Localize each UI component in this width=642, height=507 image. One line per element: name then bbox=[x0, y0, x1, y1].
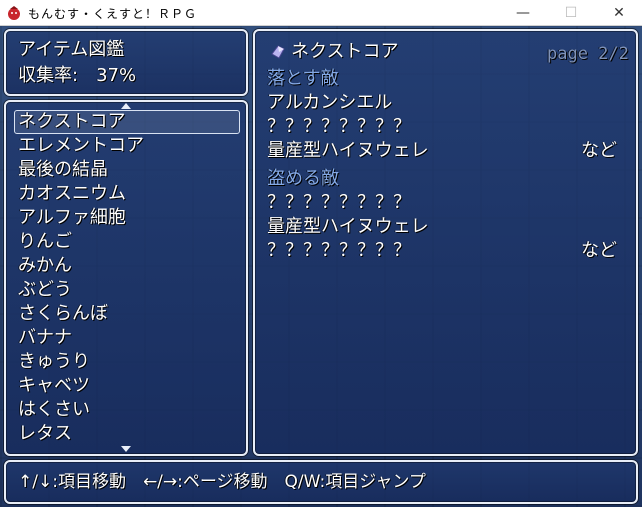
steal-header: 盗める敵 bbox=[267, 168, 339, 189]
close-button[interactable]: ✕ bbox=[596, 0, 642, 26]
item-name: ネクストコア bbox=[291, 41, 399, 62]
list-item[interactable]: みかん bbox=[18, 255, 72, 277]
page-indicator: page 2/2 bbox=[547, 44, 629, 64]
drop-enemy: ？？？？？？？？ bbox=[267, 116, 411, 137]
drop-header: 落とす敵 bbox=[267, 68, 339, 89]
list-item[interactable]: エレメントコア bbox=[18, 135, 144, 157]
steal-enemy: ？？？？？？？？ bbox=[267, 240, 411, 261]
minimize-button[interactable]: — bbox=[500, 0, 546, 26]
list-item[interactable]: 最後の結晶 bbox=[18, 159, 108, 181]
panel-title: アイテム図鑑 bbox=[18, 39, 125, 60]
steal-more: など bbox=[581, 240, 617, 261]
list-item[interactable]: キャベツ bbox=[18, 375, 90, 397]
steal-enemy: ？？？？？？？？ bbox=[267, 192, 411, 213]
detail-panel: ネクストコア page 2/2 落とす敵 アルカンシエル ？？？？？？？？ 量産… bbox=[253, 29, 638, 456]
list-item[interactable]: バナナ bbox=[18, 327, 72, 349]
maximize-button[interactable]: ☐ bbox=[548, 0, 594, 26]
help-panel: ↑/↓:項目移動 ←/→:ページ移動 Q/W:項目ジャンプ bbox=[4, 460, 638, 504]
info-panel: アイテム図鑑 収集率: 37% bbox=[4, 29, 248, 96]
drop-enemy: アルカンシエル bbox=[267, 92, 393, 113]
collection-rate: 収集率: 37% bbox=[18, 65, 137, 86]
list-item[interactable]: アルファ細胞 bbox=[18, 207, 126, 229]
game-screen: アイテム図鑑 収集率: 37% ネクストコア エレメントコア 最後の結晶 カオスニウム… bbox=[0, 26, 642, 507]
list-item[interactable]: カオスニウム bbox=[18, 183, 126, 205]
help-text: ↑/↓:項目移動 ←/→:ページ移動 Q/W:項目ジャンプ bbox=[18, 472, 426, 492]
title-bar: もんむす・くえすと！ＲＰＧ — ☐ ✕ bbox=[0, 0, 642, 26]
crystal-icon bbox=[271, 45, 285, 59]
list-item[interactable]: レタス bbox=[18, 423, 72, 445]
drop-more: など bbox=[581, 140, 617, 161]
window-title: もんむす・くえすと！ＲＰＧ bbox=[28, 7, 198, 21]
scroll-up-arrow[interactable] bbox=[121, 103, 131, 109]
list-item[interactable]: きゅうり bbox=[18, 351, 90, 373]
list-item[interactable]: ネクストコア bbox=[18, 111, 125, 133]
scroll-down-arrow[interactable] bbox=[121, 446, 131, 452]
app-icon bbox=[8, 6, 20, 20]
steal-enemy: 量産型ハイヌウェレ bbox=[267, 216, 429, 237]
item-list-panel: ネクストコア エレメントコア 最後の結晶 カオスニウム アルファ細胞 りんご みかん ぶどうさ… bbox=[4, 100, 248, 456]
list-item[interactable]: さくらんぼ bbox=[18, 303, 108, 325]
list-item[interactable]: ぶどう bbox=[18, 279, 72, 301]
list-item[interactable]: りんご bbox=[18, 231, 72, 253]
drop-enemy: 量産型ハイヌウェレ bbox=[267, 140, 429, 161]
list-item[interactable]: はくさい bbox=[18, 399, 90, 421]
